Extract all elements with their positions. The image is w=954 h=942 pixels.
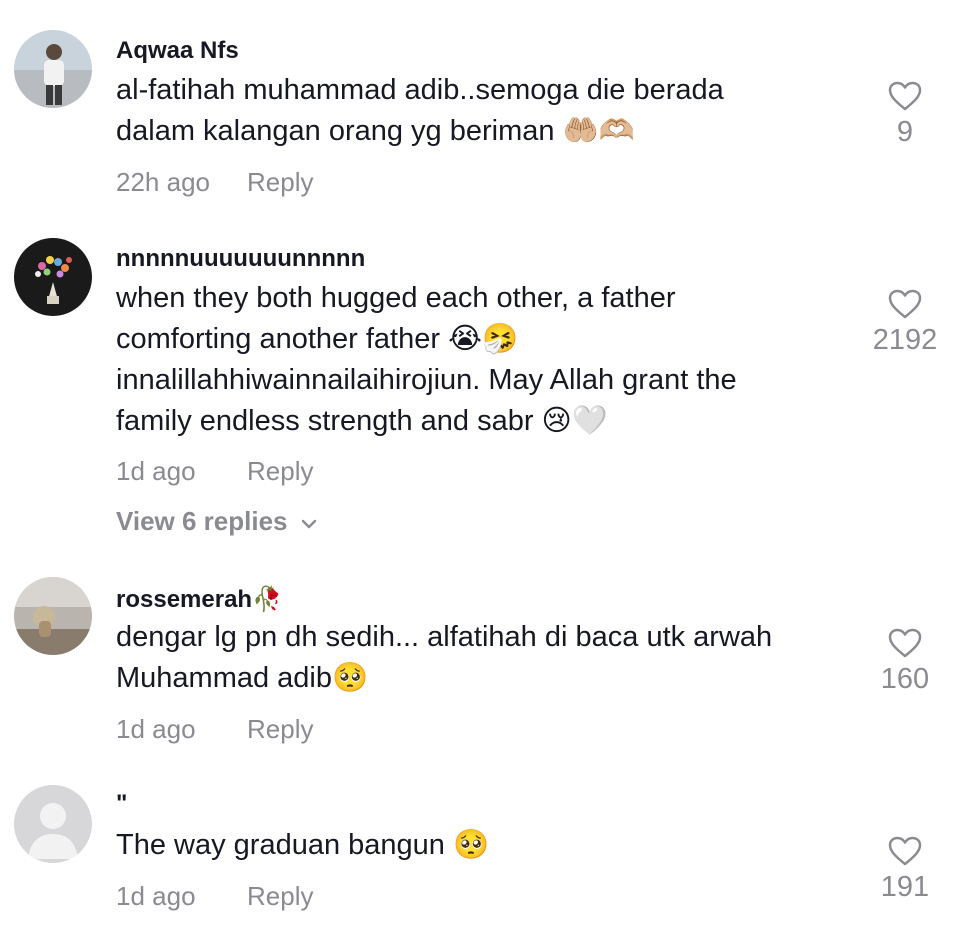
comment-line: comforting another father 😭🤧 bbox=[116, 323, 519, 355]
like-count: 2192 bbox=[872, 324, 938, 356]
avatar[interactable] bbox=[14, 238, 92, 316]
comment-line: Muhammad adib🥺 bbox=[116, 662, 369, 694]
timestamp: 1d ago bbox=[116, 456, 196, 486]
comment-text: The way graduan bangun 🥺 bbox=[116, 825, 846, 866]
avatar[interactable] bbox=[14, 785, 92, 863]
reply-button[interactable]: Reply bbox=[247, 714, 313, 745]
avatar[interactable] bbox=[14, 30, 92, 108]
username[interactable]: rossemerah🥀 bbox=[116, 585, 282, 614]
comment-line: when they both hugged each other, a fath… bbox=[116, 282, 676, 314]
comment-meta: 1d ago Reply bbox=[116, 456, 313, 487]
default-avatar-icon bbox=[14, 785, 92, 863]
comment-meta: 1d ago Reply bbox=[116, 714, 313, 745]
like-count: 160 bbox=[880, 663, 930, 695]
comment-line: family endless strength and sabr 😢🤍 bbox=[116, 405, 608, 437]
username[interactable]: " bbox=[116, 790, 127, 818]
comment-line: al-fatihah muhammad adib..semoga die ber… bbox=[116, 74, 724, 106]
comment-line: dengar lg pn dh sedih... alfatihah di ba… bbox=[116, 621, 773, 653]
like-count: 9 bbox=[896, 116, 914, 148]
timestamp: 1d ago bbox=[116, 714, 196, 744]
avatar-image bbox=[14, 577, 92, 655]
view-replies-label: View 6 replies bbox=[116, 506, 288, 536]
reply-button[interactable]: Reply bbox=[247, 167, 313, 198]
avatar-image bbox=[14, 30, 92, 108]
comment-meta: 22h ago Reply bbox=[116, 167, 313, 198]
chevron-down-icon bbox=[300, 506, 318, 537]
comment-meta: 1d ago Reply bbox=[116, 881, 313, 912]
username[interactable]: nnnnnuuuuuuunnnnn bbox=[116, 245, 365, 273]
reply-button[interactable]: Reply bbox=[247, 456, 313, 487]
avatar[interactable] bbox=[14, 577, 92, 655]
comment-line: The way graduan bangun 🥺 bbox=[116, 829, 490, 861]
like-button[interactable]: 160 bbox=[860, 627, 950, 696]
heart-outline-icon bbox=[888, 628, 922, 658]
timestamp: 22h ago bbox=[116, 167, 210, 197]
comment-text: dengar lg pn dh sedih... alfatihah di ba… bbox=[116, 617, 846, 699]
like-button[interactable]: 2192 bbox=[860, 288, 950, 357]
like-button[interactable]: 9 bbox=[860, 80, 950, 149]
comment-line: innalillahhiwainnailaihirojiun. May Alla… bbox=[116, 364, 737, 396]
comment-line: dalam kalangan orang yg beriman 🤲🏼🫶🏼 bbox=[116, 115, 635, 147]
comment-text: al-fatihah muhammad adib..semoga die ber… bbox=[116, 70, 846, 152]
heart-outline-icon bbox=[888, 81, 922, 111]
username[interactable]: Aqwaa Nfs bbox=[116, 37, 239, 65]
comment-text: when they both hugged each other, a fath… bbox=[116, 278, 846, 442]
heart-outline-icon bbox=[888, 289, 922, 319]
view-replies-button[interactable]: View 6 replies bbox=[116, 506, 318, 537]
like-button[interactable]: 191 bbox=[860, 835, 950, 904]
like-count: 191 bbox=[880, 871, 930, 903]
avatar-image bbox=[14, 238, 92, 316]
timestamp: 1d ago bbox=[116, 881, 196, 911]
heart-outline-icon bbox=[888, 836, 922, 866]
reply-button[interactable]: Reply bbox=[247, 881, 313, 912]
